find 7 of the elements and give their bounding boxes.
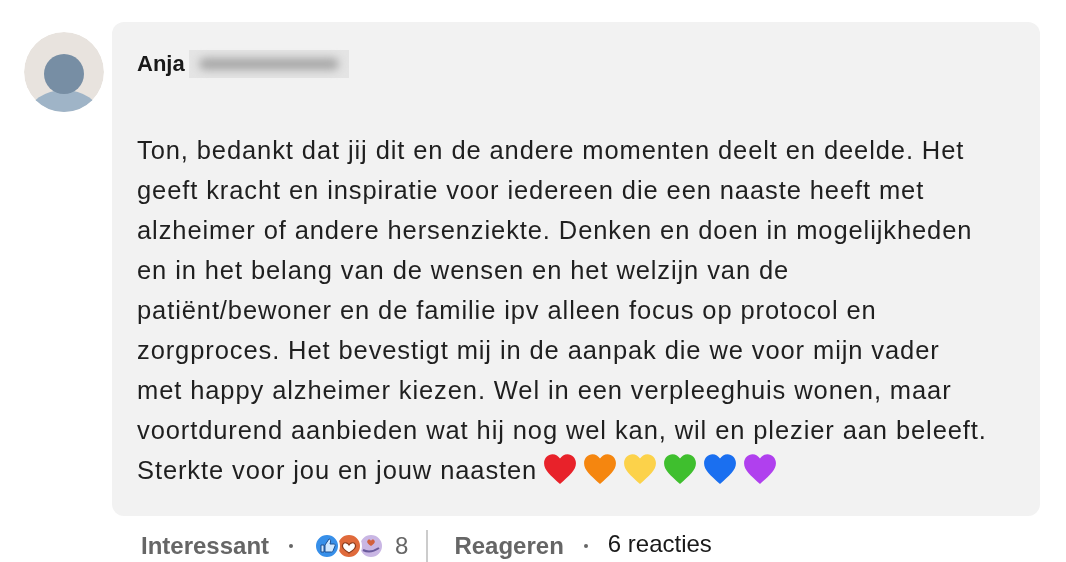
author-name[interactable]: Anja: [137, 51, 185, 77]
comment-text: Ton, bedankt dat jij dit en de andere momenten deelt en deelde. Het geeft kracht en inspiratie voor iedereen die een naaste heeft met alzheimer of andere hersenziekte. Denken en doen in mogelijkheden en in het belang van de wensen en het welzijn van de patiënt/bewoner en de familie ipv alleen focus op protocol en zorgproces. Het bevestigt mij in de aanpak die we voor mijn vader met happy alzheimer kiezen. Wel in een verpleeghuis wonen, maar voortdurend aanbieden wat hij nog wel kan, wil en plezier aan beleeft. Sterkte voor jou en jouw naasten: [137, 135, 988, 487]
reply-link[interactable]: Reageren: [454, 532, 564, 560]
replies-link[interactable]: 6 reacties: [607, 530, 712, 558]
avatar-icon[interactable]: [24, 32, 104, 112]
react-link[interactable]: Interessant: [141, 532, 270, 560]
reaction-count[interactable]: 8: [395, 532, 409, 560]
